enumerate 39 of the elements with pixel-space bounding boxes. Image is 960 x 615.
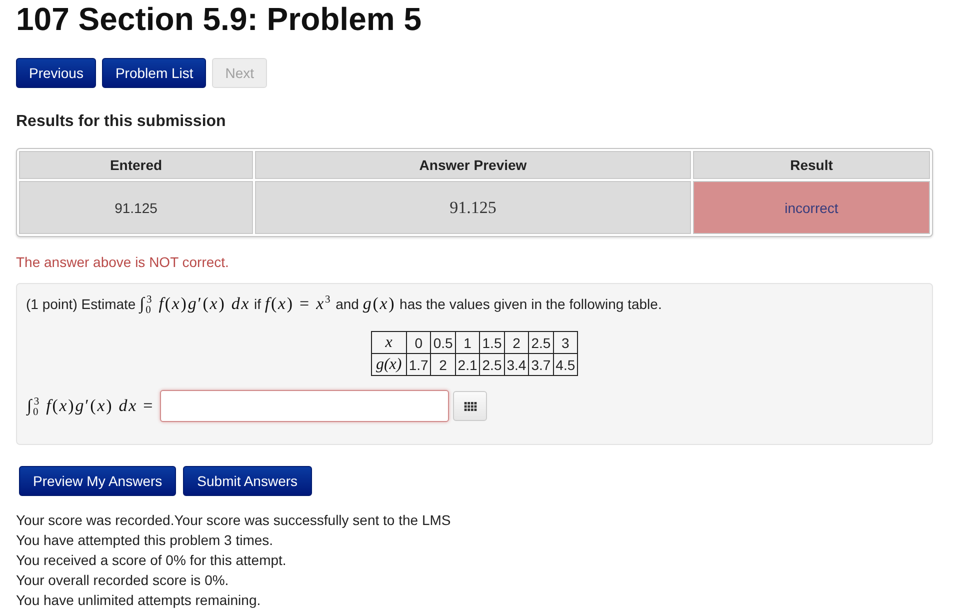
score-message: Your overall recorded score is 0%. xyxy=(16,571,230,590)
problem-statement: (1 point) Estimate ∫$_{0}$$^{3}$ f(x)g′(x) dx if f(x) = x$^{3}$ and g(x) has the values given in the following table. xyxy=(26,294,663,314)
table-cell: 2 xyxy=(504,332,529,354)
table-cell: 0 xyxy=(406,332,431,354)
nav-button[interactable]: Problem List xyxy=(102,58,206,88)
answer-input[interactable] xyxy=(160,390,450,422)
table-cell: 91.125 xyxy=(19,181,254,234)
answer-label: ∫$_{0}$$^{3}$ f(x)g′(x) dx = xyxy=(27,396,154,416)
table-cell: 2.5 xyxy=(528,332,554,354)
table-header-cell: g(x) xyxy=(371,354,406,376)
table-cell: 3.7 xyxy=(528,354,554,376)
column-header: Result xyxy=(692,151,930,179)
table-cell: 3 xyxy=(553,332,578,354)
score-message: You have attempted this problem 3 times. xyxy=(16,531,274,550)
table-cell: 4.5 xyxy=(553,354,578,376)
table-cell: 1.7 xyxy=(406,354,431,376)
table-cell: 2 xyxy=(430,354,456,376)
table-cell: 3.4 xyxy=(504,354,529,376)
table-header-cell: x xyxy=(371,332,406,354)
table-cell: 2.1 xyxy=(455,354,480,376)
grid-icon xyxy=(464,402,477,410)
table-cell: 91.125 xyxy=(255,181,691,234)
keypad-button[interactable] xyxy=(453,391,488,421)
page-title: 107 Section 5.9: Problem 5 xyxy=(16,0,422,38)
table-cell: 2.5 xyxy=(480,354,504,376)
score-message: Your score was recorded.Your score was successfully sent to the LMS xyxy=(16,511,452,530)
table-cell: 1 xyxy=(455,332,480,354)
results-heading: Results for this submission xyxy=(16,112,227,132)
feedback-message: The answer above is NOT correct. xyxy=(16,253,230,272)
table-cell: 1.5 xyxy=(480,332,504,354)
score-message: You received a score of 0% for this attempt. xyxy=(16,551,288,570)
score-message: You have unlimited attempts remaining. xyxy=(16,591,262,610)
result-cell: incorrect xyxy=(692,181,930,234)
column-header: Answer Preview xyxy=(255,151,691,179)
column-header: Entered xyxy=(19,151,254,179)
action-button[interactable]: Preview My Answers xyxy=(19,466,176,496)
action-button[interactable]: Submit Answers xyxy=(183,466,312,496)
table-cell: 0.5 xyxy=(430,332,456,354)
nav-button[interactable]: Previous xyxy=(16,58,96,88)
